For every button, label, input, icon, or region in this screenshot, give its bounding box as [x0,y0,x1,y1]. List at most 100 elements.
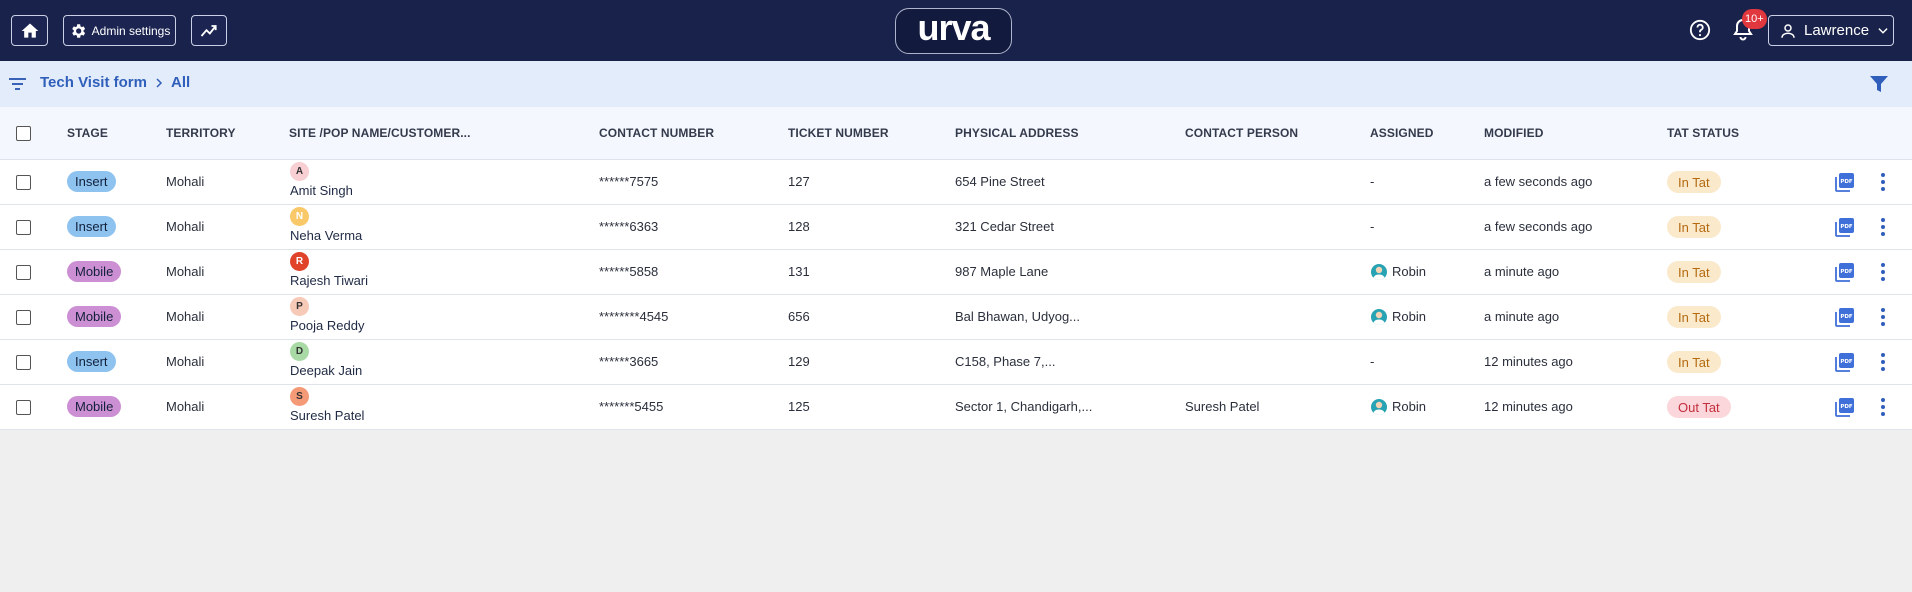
territory-cell: Mohali [166,174,205,189]
territory-cell: Mohali [166,264,205,279]
customer-name[interactable]: Deepak Jain [290,363,362,378]
svg-text:PDF: PDF [1840,359,1853,365]
pdf-download-icon[interactable]: PDF [1835,172,1855,192]
home-button[interactable] [11,15,48,46]
admin-settings-button[interactable]: Admin settings [63,15,176,46]
select-all-checkbox[interactable] [16,126,31,141]
ticket-number-cell: 656 [788,309,810,324]
territory-cell: Mohali [166,309,205,324]
modified-cell: a few seconds ago [1484,219,1593,234]
help-icon[interactable] [1689,19,1711,41]
assigned-cell: Robin [1392,399,1426,414]
contact-number-cell: ******7575 [599,174,659,189]
physical-address-cell: Sector 1, Chandigarh,... [955,399,1093,414]
more-options-icon[interactable] [1876,307,1890,327]
tat-status-badge: In Tat [1667,351,1721,373]
header-assigned[interactable]: ASSIGNED [1370,126,1433,140]
physical-address-cell: Bal Bhawan, Udyog... [955,309,1081,324]
home-icon [21,23,38,38]
header-physical-address[interactable]: PHYSICAL ADDRESS [955,126,1079,140]
stage-badge: Insert [67,351,116,372]
header-modified[interactable]: MODIFIED [1484,126,1543,140]
row-checkbox[interactable] [16,355,31,370]
stage-badge: Mobile [67,261,122,282]
customer-avatar: P [290,297,309,316]
svg-text:PDF: PDF [1840,314,1853,320]
header-contact-number[interactable]: CONTACT NUMBER [599,126,714,140]
assigned-cell: - [1370,354,1375,369]
urva-logo[interactable]: urva [895,7,1012,54]
table-row[interactable]: Insert Mohali D Deepak Jain ******3665 1… [0,340,1912,385]
more-options-icon[interactable] [1876,172,1890,192]
row-checkbox[interactable] [16,175,31,190]
table-row[interactable]: Mobile Mohali S Suresh Patel *******5455… [0,385,1912,430]
pdf-download-icon[interactable]: PDF [1835,217,1855,237]
pdf-download-icon[interactable]: PDF [1835,397,1855,417]
header-tat-status[interactable]: TAT STATUS [1667,126,1739,140]
pdf-download-icon[interactable]: PDF [1835,262,1855,282]
more-options-icon[interactable] [1876,397,1890,417]
chevron-down-icon [1878,27,1888,34]
customer-avatar: R [290,252,309,271]
stage-badge: Insert [67,216,116,237]
table-row[interactable]: Insert Mohali A Amit Singh ******7575 12… [0,160,1912,205]
assignee-avatar-icon [1371,264,1387,280]
table-header: STAGE TERRITORY SITE /POP NAME/CUSTOMER.… [0,107,1912,160]
customer-name[interactable]: Rajesh Tiwari [290,273,368,288]
more-options-icon[interactable] [1876,217,1890,237]
ticket-number-cell: 127 [788,174,810,189]
pdf-download-icon[interactable]: PDF [1835,307,1855,327]
more-options-icon[interactable] [1876,262,1890,282]
top-navigation-bar: Admin settings urva 10+ Lawrence [0,0,1912,61]
assigned-cell: Robin [1392,309,1426,324]
row-checkbox[interactable] [16,400,31,415]
row-checkbox[interactable] [16,220,31,235]
svg-text:PDF: PDF [1840,404,1853,410]
header-stage[interactable]: STAGE [67,126,108,140]
table-body: Insert Mohali A Amit Singh ******7575 12… [0,160,1912,430]
ticket-number-cell: 125 [788,399,810,414]
header-contact-person[interactable]: CONTACT PERSON [1185,126,1298,140]
customer-name[interactable]: Amit Singh [290,183,353,198]
table-row[interactable]: Mobile Mohali P Pooja Reddy ********4545… [0,295,1912,340]
customer-name[interactable]: Neha Verma [290,228,362,243]
row-checkbox[interactable] [16,265,31,280]
svg-text:PDF: PDF [1840,269,1853,275]
contact-number-cell: ******6363 [599,219,659,234]
table-row[interactable]: Mobile Mohali R Rajesh Tiwari ******5858… [0,250,1912,295]
physical-address-cell: C158, Phase 7,... [955,354,1056,369]
table-row[interactable]: Insert Mohali N Neha Verma ******6363 12… [0,205,1912,250]
modified-cell: a few seconds ago [1484,174,1593,189]
ticket-number-cell: 128 [788,219,810,234]
logo-text: urva [917,7,990,48]
row-checkbox[interactable] [16,310,31,325]
header-site[interactable]: SITE /POP NAME/CUSTOMER... [289,126,471,140]
header-territory[interactable]: TERRITORY [166,126,236,140]
breadcrumb-form[interactable]: Tech Visit form [40,74,147,91]
contact-number-cell: ******5858 [599,264,659,279]
tat-status-badge: Out Tat [1667,396,1731,418]
tat-status-badge: In Tat [1667,171,1721,193]
svg-text:PDF: PDF [1840,179,1853,185]
user-menu-button[interactable]: Lawrence [1768,15,1894,46]
customer-name[interactable]: Suresh Patel [290,408,364,423]
ticket-number-cell: 131 [788,264,810,279]
more-options-icon[interactable] [1876,352,1890,372]
physical-address-cell: 987 Maple Lane [955,264,1049,279]
svg-text:PDF: PDF [1840,224,1853,230]
records-table: STAGE TERRITORY SITE /POP NAME/CUSTOMER.… [0,107,1912,430]
breadcrumb-view[interactable]: All [171,74,190,91]
chevron-right-icon [156,77,163,88]
filter-list-icon[interactable] [9,77,26,91]
customer-name[interactable]: Pooja Reddy [290,318,364,333]
user-name: Lawrence [1804,22,1870,39]
analytics-button[interactable] [191,15,227,46]
customer-avatar: N [290,207,309,226]
header-ticket-number[interactable]: TICKET NUMBER [788,126,889,140]
user-icon [1781,23,1795,38]
assignee-avatar-icon [1371,309,1387,325]
modified-cell: 12 minutes ago [1484,399,1573,414]
funnel-filter-icon[interactable] [1870,76,1888,93]
pdf-download-icon[interactable]: PDF [1835,352,1855,372]
modified-cell: 12 minutes ago [1484,354,1573,369]
